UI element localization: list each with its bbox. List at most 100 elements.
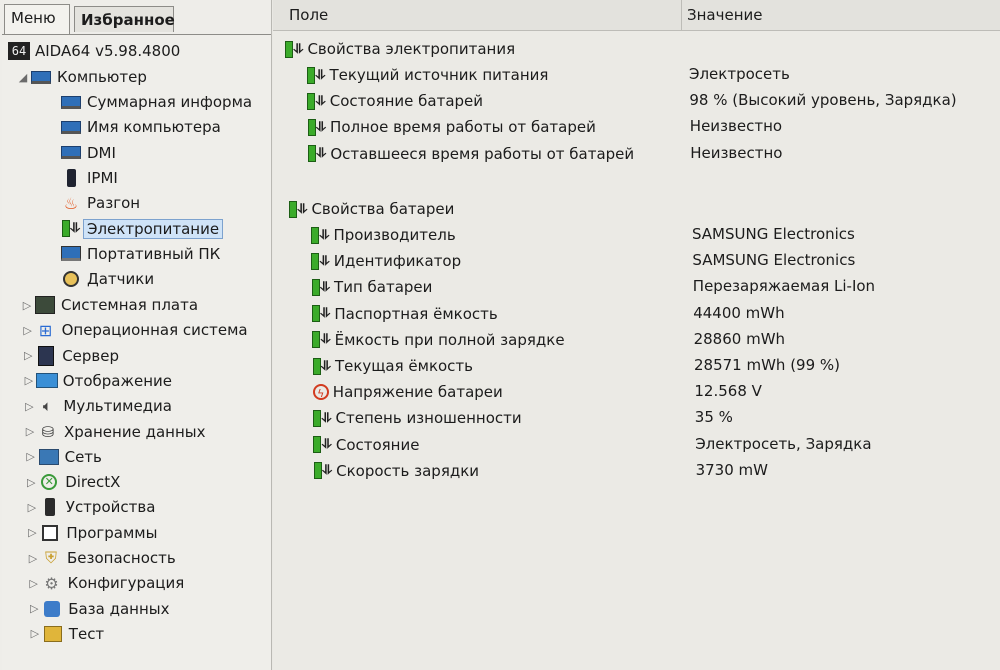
tree-category-14[interactable]: ▷ Тест xyxy=(28,622,105,646)
tree-item-1[interactable]: Суммарная информа xyxy=(60,90,252,114)
tree-item-label: Имя компьютера xyxy=(87,118,221,137)
property-value: 35 % xyxy=(694,408,733,427)
tree-category-12[interactable]: ▷ ⚙ Конфигурация xyxy=(27,571,185,595)
tree-category-3[interactable]: ▷ Сервер xyxy=(21,344,119,368)
property-row[interactable]: ⥥ Идентификатор xyxy=(311,249,461,273)
battery-icon: ⥥ xyxy=(313,436,332,454)
tree-category-label: Мультимедиа xyxy=(63,397,172,416)
expand-arrow-icon[interactable]: ▷ xyxy=(21,349,35,362)
expand-arrow-icon[interactable]: ▷ xyxy=(25,501,39,514)
expand-arrow-icon[interactable]: ▷ xyxy=(22,374,36,387)
property-row[interactable]: ⥥ Степень изношенности xyxy=(313,406,522,430)
tree-category-9[interactable]: ▷ Устройства xyxy=(25,495,155,519)
property-row[interactable]: ⥥ Ёмкость при полной зарядке xyxy=(312,328,565,352)
property-row[interactable]: ⥥ Скорость зарядки xyxy=(313,459,479,483)
property-field: Напряжение батареи xyxy=(332,383,503,402)
tree-category-label: База данных xyxy=(68,599,170,618)
property-value: SAMSUNG Electronics xyxy=(692,251,856,270)
battery-icon: ⥥ xyxy=(313,462,332,480)
property-row[interactable]: ⥥ Тип батареи xyxy=(311,275,433,299)
tree-item-4[interactable]: IPMI xyxy=(60,166,118,190)
tree-category-7[interactable]: ▷ Сеть xyxy=(24,445,102,469)
property-row[interactable]: ϟ Напряжение батареи xyxy=(312,380,503,404)
battery-icon: ⥥ xyxy=(311,252,330,270)
battery-icon: ⥥ xyxy=(311,278,330,296)
battery-icon: ⥥ xyxy=(307,66,325,84)
property-row[interactable]: ⥥ Состояние xyxy=(313,433,419,457)
property-field: Тип батареи xyxy=(334,278,433,297)
tree-category-label: DirectX xyxy=(65,473,121,492)
tree-category-label: Безопасность xyxy=(67,549,176,567)
property-field: Ёмкость при полной зарядке xyxy=(334,330,565,349)
column-header-value[interactable]: Значение xyxy=(687,6,763,24)
tree-category-5[interactable]: ▷ 🔈︎ Мультимедиа xyxy=(22,394,172,418)
tree-category-label: Хранение данных xyxy=(64,422,206,441)
property-value: SAMSUNG Electronics xyxy=(692,225,855,243)
tree-category-2[interactable]: ▷ ⊞ Операционная система xyxy=(21,318,247,342)
group-header-1[interactable]: ⥥ Свойства электропитания xyxy=(285,37,515,61)
windows-icon: ⊞ xyxy=(38,320,53,340)
navigation-tree[interactable]: 64 AIDA64 v5.98.4800 ◢ Компьютер Суммарн… xyxy=(2,34,271,670)
expand-arrow-icon[interactable]: ▷ xyxy=(20,299,34,312)
details-panel: Поле Значение ⥥ Свойства электропитания ⥥ Т… xyxy=(273,0,1000,670)
expand-arrow-icon[interactable]: ▷ xyxy=(25,526,39,539)
expand-arrow-icon[interactable]: ▷ xyxy=(23,425,37,438)
tree-category-10[interactable]: ▷ Программы xyxy=(25,521,157,545)
property-field: Паспортная ёмкость xyxy=(334,304,498,323)
expand-arrow-icon[interactable]: ▷ xyxy=(21,324,35,337)
tree-item-label: DMI xyxy=(87,143,116,162)
property-field: Оставшееся время работы от батарей xyxy=(330,144,635,163)
tree-item-label: Портативный ПК xyxy=(87,244,221,263)
expand-arrow-icon[interactable]: ▷ xyxy=(26,552,40,565)
tree-item-label: Электропитание xyxy=(83,218,224,239)
tree-category-11[interactable]: ▷ ⛨ Безопасность xyxy=(26,546,176,570)
property-value: Неизвестно xyxy=(690,143,783,162)
property-row[interactable]: ⥥ Текущая ёмкость xyxy=(312,354,473,378)
tree-item-3[interactable]: DMI xyxy=(60,141,116,165)
expand-arrow-icon[interactable]: ▷ xyxy=(28,627,42,640)
tree-root-label: AIDA64 v5.98.4800 xyxy=(35,42,181,60)
tree-category-8[interactable]: ▷ ✕ DirectX xyxy=(24,470,120,494)
tree-category-4[interactable]: ▷ Отображение xyxy=(22,369,172,393)
expand-arrow-icon[interactable]: ▷ xyxy=(22,400,36,413)
expand-arrow-icon[interactable]: ▷ xyxy=(24,476,38,489)
battery-icon: ⥥ xyxy=(289,200,307,218)
tree-item-2[interactable]: Имя компьютера xyxy=(60,115,221,139)
tree-category-1[interactable]: ▷ Системная плата xyxy=(20,293,198,317)
tree-node-computer-label: Компьютер xyxy=(57,68,147,86)
tree-node-computer[interactable]: ◢ Компьютер xyxy=(16,65,147,89)
network-icon xyxy=(38,448,60,466)
speaker-icon: 🔈︎ xyxy=(42,397,52,416)
expand-arrow-icon[interactable]: ▷ xyxy=(27,577,41,590)
tree-category-label: Сеть xyxy=(64,447,102,466)
collapse-arrow-icon[interactable]: ◢ xyxy=(16,71,30,84)
property-row[interactable]: ⥥ Текущий источник питания xyxy=(307,63,548,87)
group-header-2[interactable]: ⥥ Свойства батареи xyxy=(289,197,454,221)
tree-category-6[interactable]: ▷ ⛁ Хранение данных xyxy=(23,420,206,444)
tree-item-7[interactable]: Портативный ПК xyxy=(60,242,220,266)
group-title: Свойства электропитания xyxy=(307,40,516,58)
property-row[interactable]: ⥥ Состояние батарей xyxy=(307,89,483,113)
battery-icon: ⥥ xyxy=(311,226,329,244)
property-row[interactable]: ⥥ Оставшееся время работы от батарей xyxy=(307,142,635,166)
tree-category-label: Отображение xyxy=(62,371,173,390)
property-row[interactable]: ⥥ Полное время работы от батарей xyxy=(307,115,596,139)
tab-favorites[interactable]: Избранное xyxy=(74,6,175,32)
column-header-field[interactable]: Поле xyxy=(289,6,328,24)
tree-item-6[interactable]: ⥥ Электропитание xyxy=(60,217,224,241)
tree-category-13[interactable]: ▷ База данных xyxy=(27,597,170,621)
tab-menu[interactable]: Меню xyxy=(4,4,70,34)
devices-icon xyxy=(39,498,61,517)
property-field: Состояние xyxy=(335,435,420,454)
battery-icon: ⥥ xyxy=(312,331,331,349)
expand-arrow-icon[interactable]: ▷ xyxy=(24,450,38,463)
tree-item-5[interactable]: ♨ Разгон xyxy=(60,191,140,215)
column-divider[interactable] xyxy=(681,0,682,30)
property-row[interactable]: ⥥ Производитель xyxy=(311,223,456,247)
tree-category-label: Конфигурация xyxy=(67,574,185,593)
tree-root-aida64[interactable]: 64 AIDA64 v5.98.4800 xyxy=(8,39,180,63)
property-row[interactable]: ⥥ Паспортная ёмкость xyxy=(311,302,498,326)
tree-item-8[interactable]: Датчики xyxy=(60,267,154,291)
expand-arrow-icon[interactable]: ▷ xyxy=(27,602,41,615)
computer-icon xyxy=(30,68,52,86)
